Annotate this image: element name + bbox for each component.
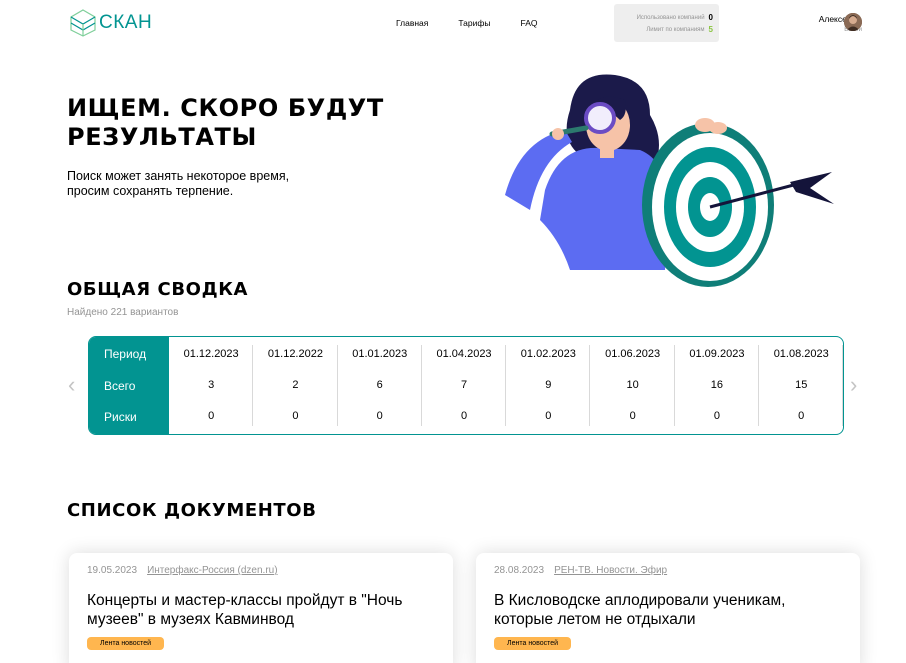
cell-total: 10 <box>626 379 639 391</box>
cell-period: 01.08.2023 <box>773 348 829 360</box>
summary-found-count: Найдено 221 вариантов <box>67 307 179 318</box>
card-title: В Кисловодске аплодировали ученикам, кот… <box>494 592 786 628</box>
hero-title: ИЩЕМ. СКОРО БУДУТ РЕЗУЛЬТАТЫ <box>67 94 384 151</box>
avatar[interactable] <box>844 13 862 31</box>
cell-period: 01.12.2022 <box>267 348 323 360</box>
logo-icon <box>70 9 96 37</box>
nav-faq[interactable]: FAQ <box>520 18 537 28</box>
carousel-next-button[interactable]: › <box>850 374 857 396</box>
summary-column: 01.12.2023 3 0 <box>169 337 254 434</box>
summary-column: 01.06.2023 10 0 <box>590 337 676 434</box>
card-title: Концерты и мастер-классы пройдут в "Ночь… <box>87 592 403 628</box>
card-date: 28.08.2023 <box>494 565 545 576</box>
card-tag: Лента новостей <box>494 637 572 650</box>
cell-risks: 0 <box>629 410 636 422</box>
cell-total: 3 <box>208 379 215 391</box>
hero-subtitle: Поиск может занять некоторое время, прос… <box>67 169 290 198</box>
cell-total: 9 <box>545 379 552 391</box>
summary-table-header: Период Всего Риски <box>89 337 169 434</box>
card-date: 19.05.2023 <box>87 565 138 576</box>
usage-used-row: Использовано компаний 0 <box>637 13 713 22</box>
row-label-total: Всего <box>104 379 136 393</box>
summary-column: 01.02.2023 9 0 <box>506 337 591 434</box>
summary-column: 01.09.2023 16 0 <box>675 337 760 434</box>
summary-title: ОБЩАЯ СВОДКА <box>67 279 249 300</box>
card-source-link[interactable]: Интерфакс-Россия (dzen.ru) <box>147 565 278 576</box>
row-label-risks: Риски <box>104 410 137 424</box>
cell-total: 7 <box>460 379 468 391</box>
cell-risks: 0 <box>292 410 299 422</box>
card-meta: 28.08.2023 РЕН-ТВ. Новости. Эфир <box>494 565 667 576</box>
cell-risks: 0 <box>460 410 468 422</box>
summary-table-columns: 01.12.2023 3 0 01.12.2022 2 0 01.01.2023… <box>169 337 843 434</box>
usage-used-label: Использовано компаний <box>636 14 705 21</box>
nav-tariffs[interactable]: Тарифы <box>458 18 490 28</box>
header: СКАН Главная Тарифы FAQ Использовано ком… <box>0 0 906 46</box>
cell-total: 15 <box>795 379 808 391</box>
cell-period: 01.01.2023 <box>352 348 408 360</box>
summary-column: 01.12.2022 2 0 <box>253 337 338 434</box>
woman-with-target-illustration <box>505 74 834 287</box>
main-nav: Главная Тарифы FAQ <box>396 18 538 28</box>
cell-risks: 0 <box>713 410 720 422</box>
cell-total: 16 <box>710 379 724 391</box>
card-meta: 19.05.2023 Интерфакс-Россия (dzen.ru) <box>87 565 278 576</box>
summary-column: 01.04.2023 7 0 <box>422 337 507 434</box>
cell-period: 01.12.2023 <box>183 348 239 360</box>
row-label-period: Период <box>104 347 147 361</box>
summary-table: Период Всего Риски 01.12.2023 3 0 01.12.… <box>88 336 844 435</box>
cell-period: 01.09.2023 <box>689 348 745 360</box>
hero-illustration <box>500 70 840 300</box>
document-card[interactable]: 28.08.2023 РЕН-ТВ. Новости. Эфир В Кисло… <box>476 553 860 663</box>
document-card[interactable]: 19.05.2023 Интерфакс-Россия (dzen.ru) Ко… <box>69 553 453 663</box>
cell-total: 2 <box>292 379 299 391</box>
card-tag: Лента новостей <box>87 637 165 650</box>
usage-used-value: 0 <box>708 13 713 22</box>
cell-period: 01.04.2023 <box>436 348 492 360</box>
cell-period: 01.02.2023 <box>520 348 576 360</box>
usage-limit-label: Лимит по компаниям <box>646 26 705 33</box>
usage-panel: Использовано компаний 0 Лимит по компани… <box>614 4 719 42</box>
usage-limit-row: Лимит по компаниям 5 <box>646 25 713 34</box>
summary-column: 01.01.2023 6 0 <box>338 337 423 434</box>
logo[interactable]: СКАН <box>69 9 152 37</box>
usage-limit-value: 5 <box>708 25 713 34</box>
carousel-prev-button[interactable]: ‹ <box>68 374 75 396</box>
cell-risks: 0 <box>376 410 383 422</box>
cell-risks: 0 <box>798 410 805 422</box>
logo-text: СКАН <box>99 12 153 33</box>
cell-total: 6 <box>376 379 383 391</box>
summary-column: 01.08.2023 15 0 <box>759 337 843 434</box>
cell-risks: 0 <box>208 410 215 422</box>
cell-period: 01.06.2023 <box>605 348 661 360</box>
cell-risks: 0 <box>545 410 552 422</box>
card-source-link[interactable]: РЕН-ТВ. Новости. Эфир <box>554 565 667 576</box>
documents-title: СПИСОК ДОКУМЕНТОВ <box>67 500 317 521</box>
nav-home[interactable]: Главная <box>396 18 428 28</box>
